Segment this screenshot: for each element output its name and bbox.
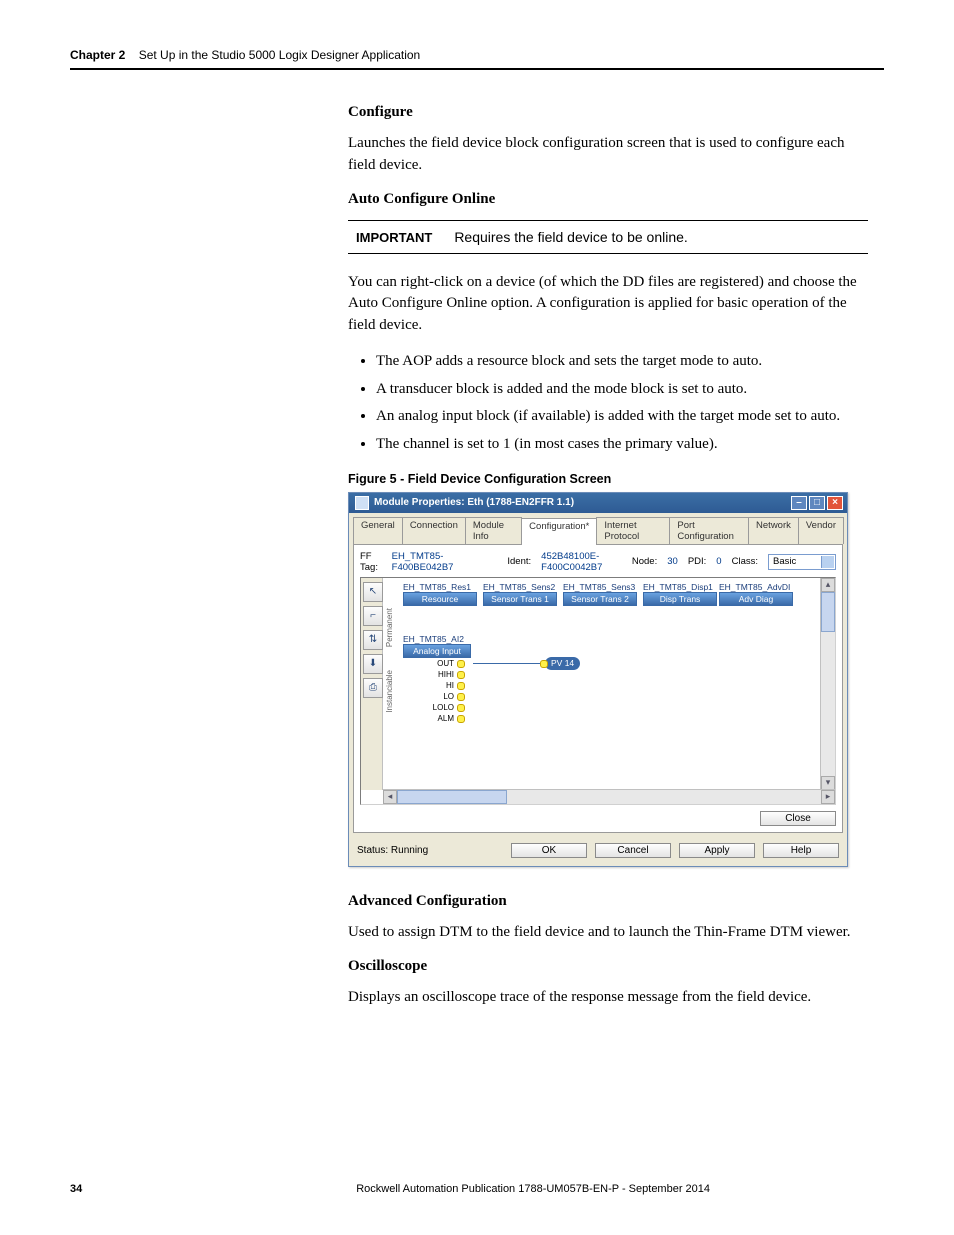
page-footer: 34 Rockwell Automation Publication 1788-…: [70, 1183, 884, 1195]
important-label: IMPORTANT: [356, 230, 432, 245]
analog-input-block[interactable]: Analog Input: [403, 644, 471, 658]
scroll-up-icon[interactable]: ▴: [821, 578, 835, 592]
pointer-tool-icon[interactable]: ↖: [363, 582, 383, 602]
list-item: The AOP adds a resource block and sets t…: [376, 351, 868, 373]
pdi-label: PDI:: [688, 556, 706, 567]
ok-button[interactable]: OK: [511, 843, 587, 858]
figure-caption: Figure 5 - Field Device Configuration Sc…: [348, 472, 868, 486]
class-dropdown[interactable]: Basic: [768, 554, 836, 570]
block-label: EH_TMT85_AdvDI: [719, 582, 790, 592]
wire: [473, 663, 543, 664]
list-item: A transducer block is added and the mode…: [376, 379, 868, 401]
scroll-thumb[interactable]: [397, 790, 507, 804]
tab-general[interactable]: General: [353, 517, 403, 544]
window-titlebar[interactable]: Module Properties: Eth (1788-EN2FFR 1.1)…: [349, 493, 847, 513]
important-callout: IMPORTANT Requires the field device to b…: [348, 220, 868, 254]
download-tool-icon[interactable]: ⬇: [363, 654, 383, 674]
tab-vendor[interactable]: Vendor: [798, 517, 844, 544]
para-oscilloscope: Displays an oscilloscope trace of the re…: [348, 987, 868, 1009]
scroll-down-icon[interactable]: ▾: [821, 776, 835, 790]
block-canvas[interactable]: ↖ ⌐ ⇅ ⬇ ⎙ Permanent Instanciable EH_TMT8…: [360, 577, 836, 805]
port-lo[interactable]: LO: [419, 691, 465, 702]
block-label: EH_TMT85_Res1: [403, 582, 471, 592]
horizontal-scrollbar[interactable]: ◂ ▸: [383, 789, 835, 804]
node-label: Node:: [632, 556, 657, 567]
heading-auto-configure: Auto Configure Online: [348, 191, 868, 208]
scroll-left-icon[interactable]: ◂: [383, 790, 397, 804]
instanciable-group-label: Instanciable: [385, 670, 394, 713]
tab-body: FF Tag: EH_TMT85-F400BE042B7 Ident: 452B…: [353, 544, 843, 833]
close-icon[interactable]: ×: [827, 496, 843, 510]
port-lolo[interactable]: LOLO: [419, 702, 465, 713]
heading-configure: Configure: [348, 104, 868, 121]
vertical-scrollbar[interactable]: ▴ ▾: [820, 578, 835, 790]
permanent-group-label: Permanent: [385, 608, 394, 647]
class-label: Class:: [732, 556, 758, 567]
publication-info: Rockwell Automation Publication 1788-UM0…: [356, 1183, 710, 1195]
disp-trans-block[interactable]: Disp Trans: [643, 592, 717, 606]
ident-value: 452B48100E-F400C0042B7: [541, 551, 622, 573]
canvas-toolbar: ↖ ⌐ ⇅ ⬇ ⎙: [361, 578, 383, 790]
ident-label: Ident:: [507, 556, 531, 567]
window-title: Module Properties: Eth (1788-EN2FFR 1.1): [374, 497, 574, 508]
ff-tag-value: EH_TMT85-F400BE042B7: [392, 551, 469, 573]
status-label: Status:: [357, 845, 388, 856]
tab-port-configuration[interactable]: Port Configuration: [669, 517, 749, 544]
arrange-tool-icon[interactable]: ⇅: [363, 630, 383, 650]
maximize-icon[interactable]: □: [809, 496, 825, 510]
minimize-icon[interactable]: –: [791, 496, 807, 510]
print-tool-icon[interactable]: ⎙: [363, 678, 383, 698]
chapter-label: Chapter 2: [70, 48, 125, 62]
cancel-button[interactable]: Cancel: [595, 843, 671, 858]
sensor-trans1-block[interactable]: Sensor Trans 1: [483, 592, 557, 606]
tab-configuration[interactable]: Configuration*: [521, 518, 597, 545]
scroll-thumb[interactable]: [821, 592, 835, 632]
bullet-list: The AOP adds a resource block and sets t…: [348, 351, 868, 456]
port-alm[interactable]: ALM: [419, 713, 465, 724]
tab-internet-protocol[interactable]: Internet Protocol: [596, 517, 670, 544]
connector-tool-icon[interactable]: ⌐: [363, 606, 383, 626]
running-header: Chapter 2 Set Up in the Studio 5000 Logi…: [70, 48, 884, 70]
tab-connection[interactable]: Connection: [402, 517, 466, 544]
heading-advanced: Advanced Configuration: [348, 893, 868, 910]
tab-strip: General Connection Module Info Configura…: [349, 513, 847, 544]
pdi-value: 0: [716, 556, 721, 567]
list-item: An analog input block (if available) is …: [376, 406, 868, 428]
chapter-title: Set Up in the Studio 5000 Logix Designer…: [139, 48, 421, 62]
heading-oscilloscope: Oscilloscope: [348, 958, 868, 975]
ai-ports: OUT HIHI HI LO LOLO ALM: [419, 658, 465, 724]
close-button[interactable]: Close: [760, 811, 836, 826]
info-row: FF Tag: EH_TMT85-F400BE042B7 Ident: 452B…: [360, 551, 836, 573]
block-label: EH_TMT85_AI2: [403, 634, 464, 644]
list-item: The channel is set to 1 (in most cases t…: [376, 434, 868, 456]
tab-module-info[interactable]: Module Info: [465, 517, 522, 544]
pv-tag[interactable]: PV 14: [545, 657, 580, 670]
screenshot-window: Module Properties: Eth (1788-EN2FFR 1.1)…: [348, 492, 848, 867]
ff-tag-label: FF Tag:: [360, 551, 382, 573]
block-label: EH_TMT85_Sens3: [563, 582, 635, 592]
port-hihi[interactable]: HIHI: [419, 669, 465, 680]
node-value: 30: [667, 556, 678, 567]
scroll-right-icon[interactable]: ▸: [821, 790, 835, 804]
page-number: 34: [70, 1183, 82, 1195]
window-icon: [355, 496, 369, 510]
port-out[interactable]: OUT: [419, 658, 465, 669]
tab-network[interactable]: Network: [748, 517, 799, 544]
important-text: Requires the field device to be online.: [454, 229, 687, 245]
para-auto-configure: You can right-click on a device (of whic…: [348, 272, 868, 337]
block-label: EH_TMT85_Disp1: [643, 582, 713, 592]
adv-diag-block[interactable]: Adv Diag: [719, 592, 793, 606]
port-hi[interactable]: HI: [419, 680, 465, 691]
status-value: Running: [391, 845, 428, 856]
block-label: EH_TMT85_Sens2: [483, 582, 555, 592]
sensor-trans2-block[interactable]: Sensor Trans 2: [563, 592, 637, 606]
resource-block[interactable]: Resource: [403, 592, 477, 606]
status-row: Status: Running OK Cancel Apply Help: [349, 837, 847, 866]
para-configure: Launches the field device block configur…: [348, 133, 868, 177]
para-advanced: Used to assign DTM to the field device a…: [348, 922, 868, 944]
apply-button[interactable]: Apply: [679, 843, 755, 858]
help-button[interactable]: Help: [763, 843, 839, 858]
